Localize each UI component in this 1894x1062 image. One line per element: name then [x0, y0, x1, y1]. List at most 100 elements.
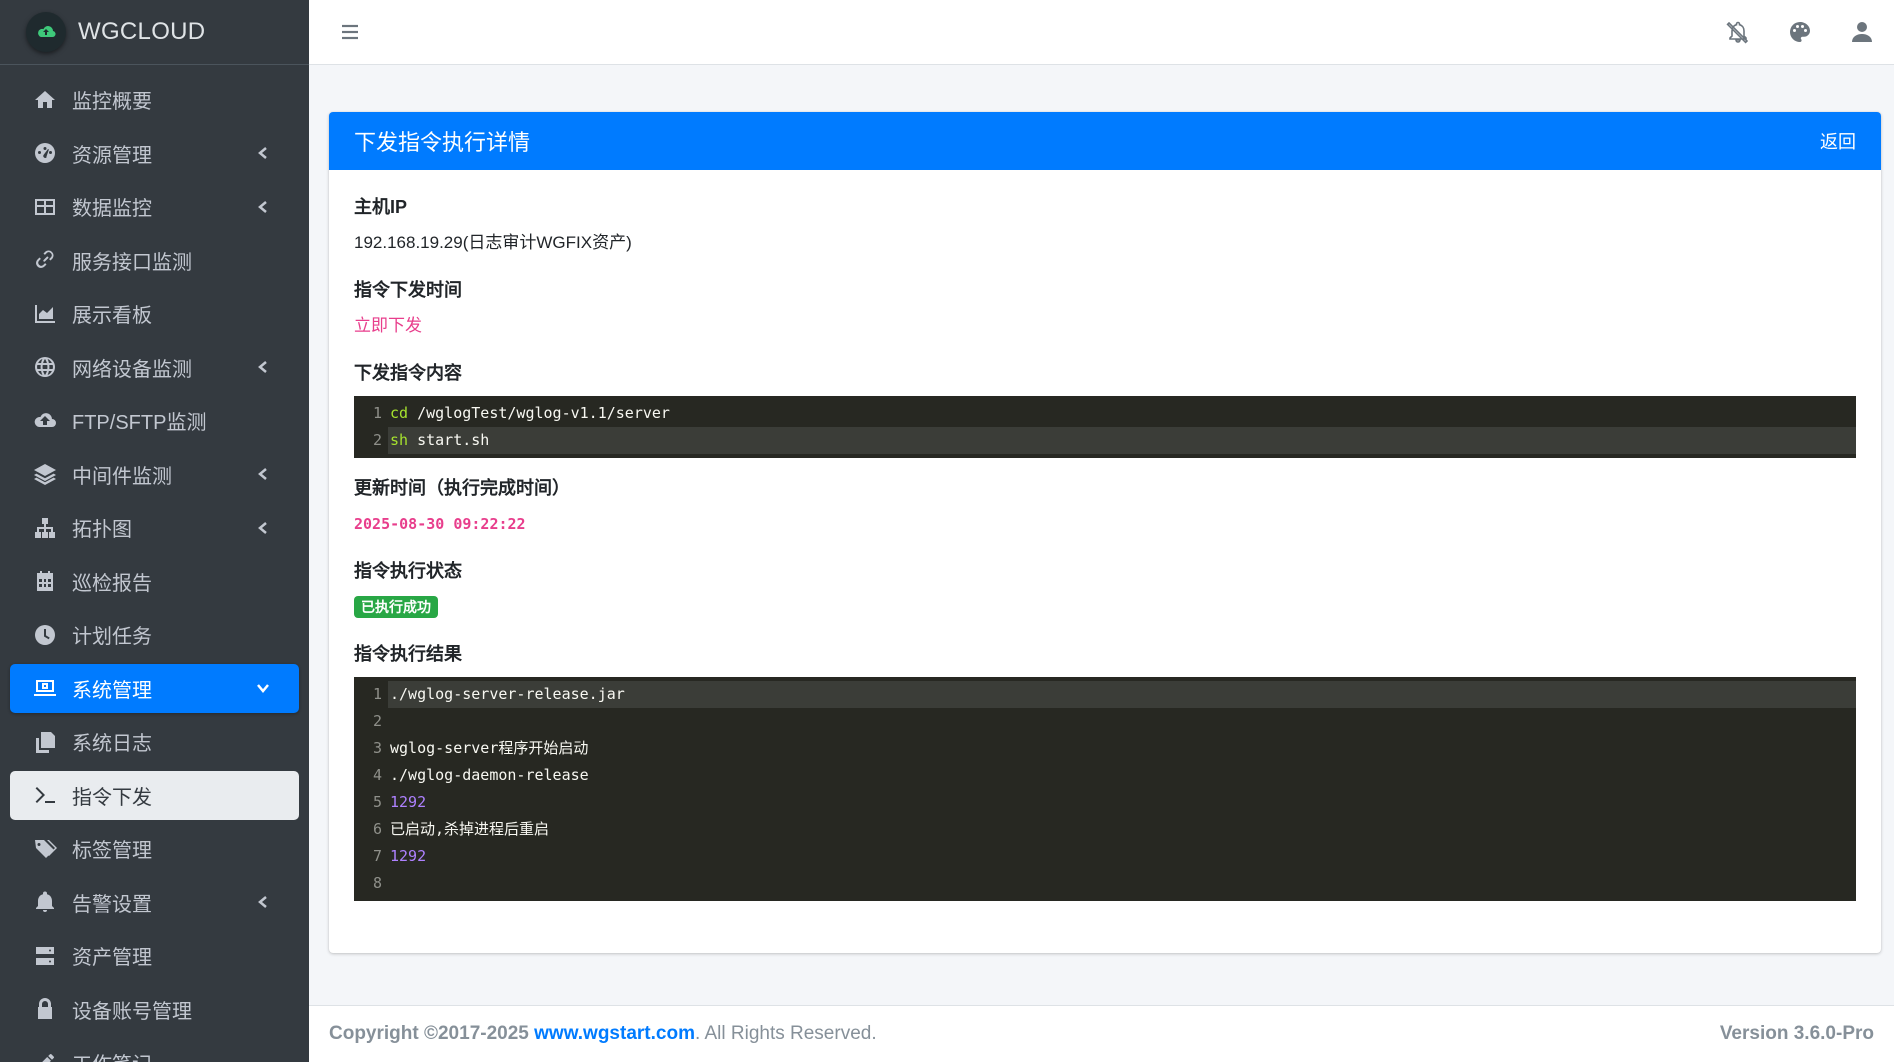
copy-icon — [32, 729, 58, 755]
sidebar-item-13[interactable]: 指令下发 — [10, 770, 299, 820]
send-time-field: 指令下发时间 立即下发 — [354, 278, 1856, 338]
host-ip-label: 主机IP — [354, 197, 408, 217]
result-label: 指令执行结果 — [354, 644, 462, 664]
card-body: 主机IP 192.168.19.29(日志审计WGFIX资产) 指令下发时间 立… — [329, 170, 1881, 901]
bell-icon — [32, 889, 58, 915]
update-time-value: 2025-08-30 09:22:22 — [354, 515, 526, 533]
cloud-logo-icon — [26, 12, 66, 52]
table-icon — [32, 194, 58, 220]
sidebar-item-label: 监控概要 — [72, 91, 152, 113]
chevron-left-icon — [255, 145, 271, 161]
code-line: 2 sh start.sh — [354, 427, 1856, 454]
copyright-suffix: . All Rights Reserved. — [694, 1023, 877, 1044]
sidebar-item-label: 系统管理 — [72, 679, 152, 702]
sidebar-item-label: 指令下发 — [72, 786, 152, 809]
sidebar: WGCLOUD 监控概要资源管理数据监控服务接口监测展示看板网络设备监测 FTP/… — [0, 0, 309, 1062]
sidebar-item-7[interactable]: 中间件监测 — [10, 450, 299, 499]
code-keyword: sh — [390, 431, 409, 449]
laptop-icon — [32, 675, 58, 701]
sidebar-item-18[interactable]: 工作笔记 — [10, 1038, 299, 1062]
sidebar-item-label: 展示看板 — [72, 305, 152, 327]
sidebar-item-12[interactable]: 系统日志 — [10, 717, 299, 766]
bell-slash-icon[interactable] — [1724, 18, 1752, 46]
code-args: /wglogTest/wglog-v1.1/server — [408, 404, 670, 422]
sidebar-item-16[interactable]: 资产管理 — [10, 931, 299, 980]
palette-icon[interactable] — [1786, 18, 1814, 46]
clock-icon — [32, 622, 58, 648]
sidebar-item-5[interactable]: 网络设备监测 — [10, 343, 299, 392]
layers-icon — [32, 461, 58, 487]
back-button[interactable]: 返回 — [1820, 128, 1856, 154]
sidebar-item-17[interactable]: 设备账号管理 — [10, 985, 299, 1034]
sidebar-item-6[interactable]: FTP/SFTP监测 — [10, 396, 299, 445]
line-number: 4 — [372, 766, 382, 784]
update-time-label: 更新时间（执行完成时间） — [354, 478, 570, 498]
edit-icon — [32, 1050, 58, 1062]
status-field: 指令执行状态 已执行成功 — [354, 559, 1856, 619]
command-code-block[interactable]: 1 cd /wglogTest/wglog-v1.1/server 2 sh star… — [354, 396, 1856, 458]
sidebar-item-10[interactable]: 计划任务 — [10, 610, 299, 659]
top-navbar — [309, 0, 1894, 65]
line-number: 1 — [372, 685, 382, 703]
update-time-field: 更新时间（执行完成时间） 2025-08-30 09:22:22 — [354, 476, 1856, 536]
sidebar-item-0[interactable]: 监控概要 — [10, 75, 299, 124]
sidebar-item-15[interactable]: 告警设置 — [10, 878, 299, 927]
command-field: 下发指令内容 1 cd /wglogTest/wglog-v1.1/server 2… — [354, 361, 1856, 458]
sidebar-item-label: 资源管理 — [72, 144, 152, 167]
sidebar-item-label: 计划任务 — [72, 626, 152, 648]
menu-icon[interactable] — [339, 21, 361, 43]
line-number: 6 — [372, 820, 382, 838]
line-number: 2 — [372, 431, 382, 449]
send-time-value: 立即下发 — [354, 316, 422, 335]
command-label: 下发指令内容 — [354, 363, 462, 383]
sidebar-item-14[interactable]: 标签管理 — [10, 824, 299, 873]
chevron-left-icon — [255, 466, 271, 482]
sidebar-item-label: 数据监控 — [72, 198, 152, 220]
chevron-left-icon — [255, 359, 271, 375]
sidebar-item-label: 系统日志 — [72, 733, 152, 755]
host-ip-value: 192.168.19.29(日志审计WGFIX资产) — [354, 233, 632, 252]
result-code-block[interactable]: 1 ./wglog-server-release.jar 2 3 wglog-serve… — [354, 677, 1856, 901]
line-number: 3 — [372, 739, 382, 757]
code-line: 8 — [354, 870, 1856, 897]
sidebar-item-2[interactable]: 数据监控 — [10, 182, 299, 231]
code-text: 1292 — [390, 793, 427, 811]
result-field: 指令执行结果 1 ./wglog-server-release.jar 2 3 wglo… — [354, 642, 1856, 901]
footer: Copyright ©2017-2025 www.wgstart.com. Al… — [309, 1005, 1894, 1062]
sidebar-item-3[interactable]: 服务接口监测 — [10, 236, 299, 285]
code-text: 1292 — [390, 847, 427, 865]
sidebar-item-label: 设备账号管理 — [72, 1000, 192, 1023]
status-label: 指令执行状态 — [354, 561, 462, 581]
sidebar-item-label: 告警设置 — [72, 893, 152, 916]
sitemap-icon — [32, 515, 58, 541]
sidebar-nav: 监控概要资源管理数据监控服务接口监测展示看板网络设备监测 FTP/SFTP监测中间… — [0, 75, 309, 1062]
sidebar-item-1[interactable]: 资源管理 — [10, 129, 299, 178]
sidebar-item-label: 工作笔记 — [72, 1048, 271, 1062]
footer-link[interactable]: www.wgstart.com — [534, 1023, 695, 1044]
line-number: 1 — [372, 404, 382, 422]
line-number: 5 — [372, 793, 382, 811]
sidebar-item-4[interactable]: 展示看板 — [10, 289, 299, 338]
sidebar-item-8[interactable]: 拓扑图 — [10, 503, 299, 552]
code-line: 5 1292 — [354, 789, 1856, 816]
code-line: 6 已启动,杀掉进程后重启 — [354, 816, 1856, 843]
home-icon — [32, 87, 58, 113]
terminal-icon — [32, 782, 58, 808]
server-icon — [32, 943, 58, 969]
code-line: 1 ./wglog-server-release.jar — [354, 681, 1856, 708]
sidebar-item-9[interactable]: 巡检报告 — [10, 557, 299, 606]
brand[interactable]: WGCLOUD — [0, 0, 309, 65]
sidebar-item-label: 中间件监测 — [72, 465, 172, 488]
chevron-left-icon — [255, 520, 271, 536]
user-icon[interactable] — [1848, 18, 1876, 46]
sidebar-item-label: 拓扑图 — [72, 519, 132, 541]
line-number: 7 — [372, 847, 382, 865]
copyright-prefix: Copyright ©2017-2025 — [329, 1023, 529, 1044]
calendar-icon — [32, 568, 58, 594]
status-badge: 已执行成功 — [354, 596, 438, 618]
sidebar-item-label: 标签管理 — [72, 840, 152, 862]
code-line: 4 ./wglog-daemon-release — [354, 762, 1856, 789]
sidebar-item-11[interactable]: 系统管理 — [10, 663, 299, 713]
sidebar-item-label: 资产管理 — [72, 947, 152, 969]
